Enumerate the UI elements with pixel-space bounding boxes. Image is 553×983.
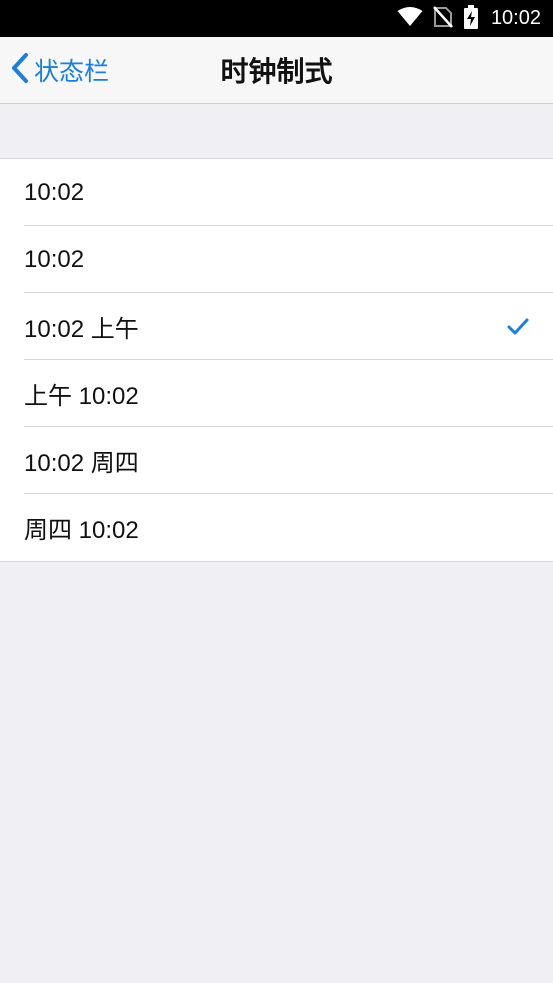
list-item[interactable]: 10:02 周四	[0, 427, 553, 494]
clock-format-list: 10:02 10:02 10:02 上午 上午 10:02 10:02 周四 周…	[0, 158, 553, 562]
list-item[interactable]: 10:02 上午	[0, 293, 553, 360]
no-sim-icon	[433, 5, 453, 32]
wifi-icon	[397, 6, 423, 31]
list-item[interactable]: 10:02	[0, 226, 553, 293]
navigation-bar: 状态栏 时钟制式	[0, 37, 553, 104]
list-item[interactable]: 周四 10:02	[0, 494, 553, 561]
list-item[interactable]: 上午 10:02	[0, 360, 553, 427]
checkmark-icon	[507, 318, 529, 336]
page-title: 时钟制式	[220, 55, 333, 88]
status-icons: 10:02	[397, 0, 541, 37]
status-bar: 10:02	[0, 0, 553, 37]
list-item-label: 10:02 周四	[24, 450, 139, 477]
list-item[interactable]: 10:02	[0, 159, 553, 226]
list-item-label: 周四 10:02	[24, 517, 139, 544]
status-time: 10:02	[490, 7, 541, 29]
list-item-label: 10:02	[24, 178, 85, 206]
battery-charging-icon	[463, 4, 479, 33]
list-item-label: 上午 10:02	[24, 383, 139, 410]
list-item-label: 10:02 上午	[24, 316, 139, 343]
list-item-label: 10:02	[24, 245, 85, 273]
